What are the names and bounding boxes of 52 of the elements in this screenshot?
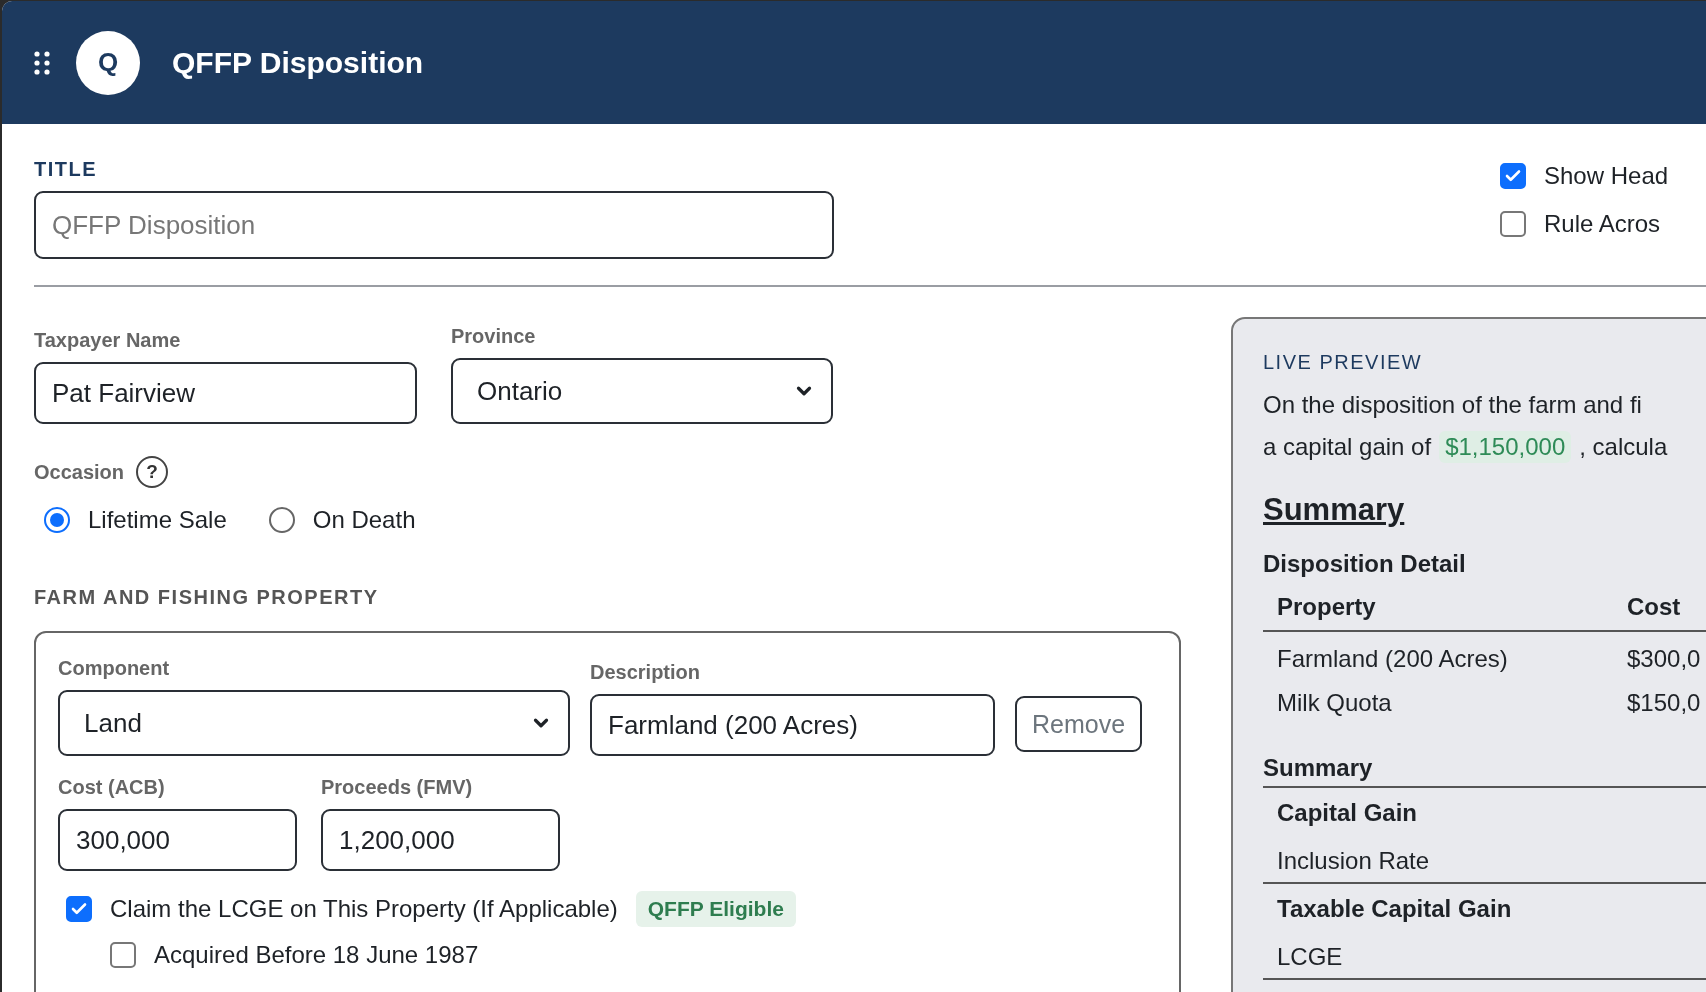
- summary-label: Inclusion Rate: [1277, 847, 1430, 874]
- table-cell-text: $150,0: [1627, 688, 1702, 718]
- title-field[interactable]: QFFP Disposition: [34, 191, 834, 259]
- cost-field[interactable]: 300,000: [58, 809, 297, 871]
- field-label: Province: [451, 325, 537, 348]
- checkbox[interactable]: [1500, 163, 1526, 189]
- preview-text: , calcula: [1579, 432, 1668, 462]
- checkbox[interactable]: [1500, 211, 1526, 237]
- field-label: Description: [590, 661, 702, 684]
- help-icon[interactable]: ?: [136, 456, 169, 488]
- field-label: Proceeds (FMV): [321, 776, 474, 799]
- table-cell-text: Milk Quota: [1277, 688, 1393, 718]
- radio-button[interactable]: [268, 507, 295, 533]
- amount-highlight: $1,150,000: [1439, 431, 1572, 463]
- eligibility-badge: QFFP Eligible: [635, 891, 796, 927]
- table-title: Disposition Detail: [1263, 550, 1467, 578]
- section-heading: FARM AND FISHING PROPERTY: [34, 586, 380, 609]
- field-label: Component: [58, 657, 171, 680]
- field-label: Occasion: [34, 460, 125, 484]
- app-logo: Q: [76, 30, 140, 95]
- field-label: Taxpayer Name: [34, 329, 182, 352]
- summary-label: Taxable Capital Gain: [1277, 895, 1512, 922]
- summary-heading: Summary: [1263, 754, 1706, 788]
- checkbox[interactable]: [110, 942, 136, 968]
- preview-text: On the disposition of the farm and fi: [1263, 390, 1643, 420]
- taxpayer-field[interactable]: Pat Fairview: [34, 362, 417, 424]
- table-cell-text: Farmland (200 Acres): [1277, 644, 1509, 674]
- radio-label: On Death: [312, 506, 416, 534]
- summary-label: Capital Gain: [1277, 799, 1418, 826]
- component-select[interactable]: Land: [58, 690, 570, 756]
- preview-text: a capital gain of: [1263, 432, 1432, 462]
- field-label: TITLE: [34, 158, 99, 181]
- summary-title: Summary: [1263, 492, 1406, 528]
- column-header: Property: [1277, 592, 1377, 622]
- grip-icon[interactable]: [34, 50, 50, 75]
- proceeds-field[interactable]: 1,200,000: [321, 809, 560, 871]
- column-header: Cost: [1627, 592, 1682, 622]
- checkbox-label: Acquired Before 18 June 1987: [154, 941, 479, 969]
- option-label: Rule Acros: [1544, 210, 1661, 238]
- radio-button[interactable]: [44, 507, 70, 533]
- radio-label: Lifetime Sale: [88, 506, 227, 534]
- field-label: Cost (ACB): [58, 776, 166, 799]
- table-cell-text: $300,0: [1627, 644, 1702, 674]
- option-label: Show Head: [1544, 162, 1669, 190]
- checkbox-label: Claim the LCGE on This Property (If Applicable): [110, 895, 618, 923]
- province-select[interactable]: Ontario: [451, 358, 833, 424]
- description-field[interactable]: Farmland (200 Acres): [590, 694, 995, 756]
- remove-button[interactable]: Remove: [1015, 696, 1142, 752]
- app-title: QFFP Disposition: [172, 45, 424, 80]
- preview-heading: LIVE PREVIEW: [1263, 351, 1424, 374]
- summary-label: LCGE: [1277, 943, 1343, 970]
- checkbox[interactable]: [66, 896, 92, 922]
